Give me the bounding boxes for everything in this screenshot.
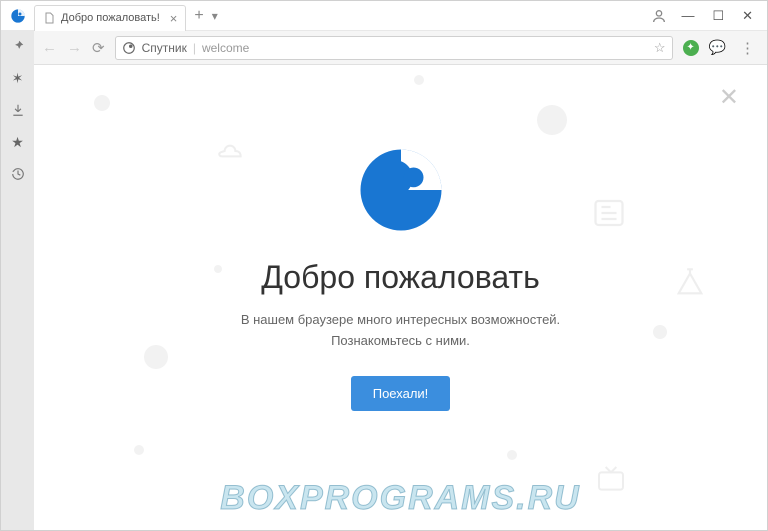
sidebar-bookmarks-icon[interactable]: ★	[9, 133, 27, 151]
browser-tab[interactable]: Добро пожаловать! ×	[34, 5, 186, 31]
window-controls: — ☐ ✕	[681, 8, 767, 24]
reload-button[interactable]: ⟳	[92, 39, 105, 57]
close-window-button[interactable]: ✕	[742, 8, 753, 24]
bg-tv-icon	[595, 463, 627, 500]
user-icon[interactable]	[651, 8, 667, 24]
welcome-logo-icon	[356, 145, 446, 235]
address-bar: ← → ⟳ Спутник | welcome ☆ ✦ 💬 ⋮	[34, 31, 767, 65]
extension-icon[interactable]: ✦	[683, 40, 699, 56]
sputnik-icon	[122, 41, 136, 55]
tab-dropdown-icon[interactable]: ▾	[212, 9, 218, 23]
titlebar-logo-slot	[1, 8, 34, 24]
forward-button[interactable]: →	[67, 39, 82, 56]
menu-button[interactable]: ⋮	[736, 39, 759, 57]
welcome-subtext: В нашем браузере много интересных возмож…	[241, 310, 560, 352]
watermark-text: BOXPROGRAMS.RU	[220, 479, 580, 518]
titlebar: Добро пожаловать! × + ▾ — ☐ ✕	[1, 1, 767, 31]
back-button[interactable]: ←	[42, 39, 57, 56]
welcome-heading: Добро пожаловать	[261, 259, 540, 296]
sidebar-pin-icon[interactable]	[9, 37, 27, 55]
page-content: ✕ Добро пожаловать В нашем браузере мног…	[34, 65, 767, 530]
sidebar: ✶ ★	[1, 31, 34, 530]
new-tab-button[interactable]: +	[194, 7, 203, 25]
bookmark-star-icon[interactable]: ☆	[654, 40, 666, 56]
bg-dot	[134, 445, 144, 455]
tab-close-icon[interactable]: ×	[170, 11, 178, 26]
url-path: welcome	[202, 41, 249, 55]
welcome-panel: Добро пожаловать В нашем браузере много …	[34, 65, 767, 411]
maximize-button[interactable]: ☐	[712, 8, 724, 24]
sidebar-history-icon[interactable]	[9, 165, 27, 183]
minimize-button[interactable]: —	[681, 8, 694, 23]
url-input[interactable]: Спутник | welcome ☆	[115, 36, 673, 60]
tab-title: Добро пожаловать!	[61, 12, 160, 24]
bg-dot	[507, 450, 517, 460]
sidebar-downloads-icon[interactable]	[9, 101, 27, 119]
url-brand: Спутник	[142, 41, 187, 55]
chat-icon[interactable]: 💬	[709, 39, 726, 56]
browser-logo-icon	[10, 8, 26, 24]
start-button[interactable]: Поехали!	[351, 376, 451, 411]
page-icon	[43, 12, 55, 24]
sidebar-settings-icon[interactable]: ✶	[9, 69, 27, 87]
